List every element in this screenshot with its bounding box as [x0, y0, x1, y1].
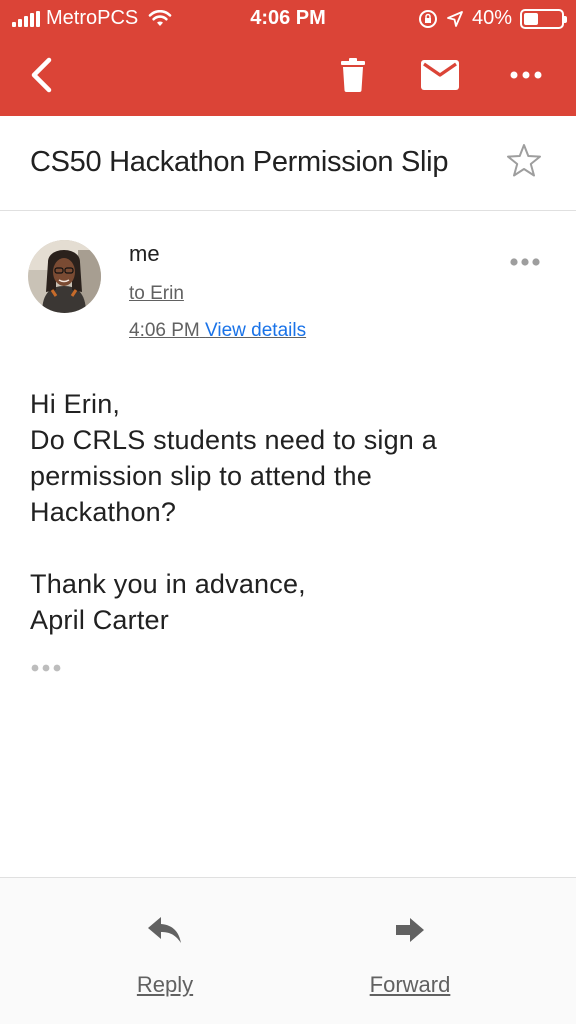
- sender-avatar[interactable]: [28, 240, 101, 313]
- show-trimmed-content-icon[interactable]: [30, 660, 64, 676]
- battery-icon: [520, 8, 567, 29]
- body-line-3: Hackathon?: [30, 497, 177, 527]
- email-subject: CS50 Hackathon Permission Slip: [30, 146, 449, 178]
- forward-icon-wrap: [340, 908, 480, 952]
- back-button[interactable]: [18, 52, 64, 98]
- view-details-link[interactable]: View details: [205, 320, 306, 341]
- time-line: 4:06 PM View details: [129, 320, 306, 342]
- body-closing: Thank you in advance,: [30, 569, 306, 599]
- reply-icon-wrap: [95, 908, 235, 952]
- forward-icon: [396, 918, 424, 942]
- body-line-2: permission slip to attend the: [30, 461, 372, 491]
- body-greeting: Hi Erin,: [30, 389, 121, 419]
- app-bar: MetroPCS 4:06 PM 40%: [0, 0, 576, 116]
- reply-icon: [148, 917, 181, 943]
- status-bar: MetroPCS 4:06 PM 40%: [0, 0, 576, 38]
- trash-icon: [341, 58, 365, 92]
- more-horizontal-icon: [510, 71, 542, 79]
- location-icon: [447, 10, 463, 27]
- status-right: 40%: [418, 7, 567, 30]
- delete-button[interactable]: [330, 52, 376, 98]
- more-options-button[interactable]: [500, 52, 552, 98]
- battery-fill: [524, 12, 539, 25]
- avatar-image: [28, 240, 101, 313]
- reply-label: Reply: [136, 972, 194, 997]
- recipient-line[interactable]: to Erin: [129, 283, 184, 305]
- rotation-lock-icon: [418, 9, 437, 28]
- star-icon[interactable]: [506, 143, 542, 179]
- forward-button[interactable]: Forward: [340, 908, 480, 998]
- mail-icon: [421, 60, 459, 90]
- subject-row: CS50 Hackathon Permission Slip: [0, 116, 576, 211]
- sender-name: me: [129, 241, 160, 266]
- message-more-icon[interactable]: [505, 250, 545, 274]
- battery-percent: 40%: [471, 7, 512, 29]
- body-signature: April Carter: [30, 605, 169, 635]
- forward-label: Forward: [369, 972, 451, 997]
- reply-button[interactable]: Reply: [95, 908, 235, 998]
- body-line-1: Do CRLS students need to sign a: [30, 425, 437, 455]
- email-body: Hi Erin, Do CRLS students need to sign a…: [30, 386, 550, 638]
- sent-time: 4:06 PM: [129, 320, 200, 341]
- bottom-action-bar: Reply Forward: [0, 877, 576, 1024]
- mark-unread-button[interactable]: [414, 52, 466, 98]
- chevron-left-icon: [31, 57, 52, 93]
